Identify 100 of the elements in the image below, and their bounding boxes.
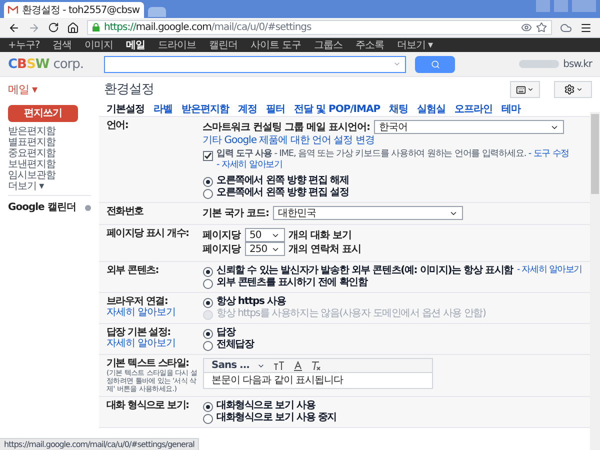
- settings-button[interactable]: [554, 81, 592, 98]
- google-bar-link[interactable]: 메일: [126, 40, 146, 50]
- text-preview: 본문이 다음과 같이 표시됩니다: [210, 374, 344, 388]
- folder-link[interactable]: 별표편지함: [8, 137, 91, 148]
- radio-button[interactable]: [202, 329, 213, 339]
- checkbox[interactable]: [202, 151, 213, 161]
- folder-link[interactable]: 중요편지함: [8, 148, 91, 159]
- google-bar-link[interactable]: 검색: [52, 40, 72, 50]
- eye-icon[interactable]: [521, 22, 532, 33]
- google-bar-link[interactable]: 사이트 도구: [250, 40, 301, 50]
- settings-tab[interactable]: 계정: [238, 104, 258, 114]
- font-menu[interactable]: Sans ...: [212, 360, 250, 371]
- folder-link[interactable]: 보낸편지함: [8, 159, 91, 170]
- back-icon[interactable]: [8, 22, 20, 34]
- settings-tab[interactable]: 필터: [266, 104, 286, 114]
- dropdown[interactable]: 대한민국: [273, 206, 463, 220]
- setting-label: 기본 텍스트 스타일:: [106, 358, 190, 369]
- settings-tab[interactable]: 채팅: [389, 104, 408, 114]
- blurred-avatar: [519, 60, 560, 68]
- settings-tab[interactable]: 라벨: [154, 104, 173, 114]
- settings-tab[interactable]: 전달 및 POP/IMAP: [294, 104, 380, 114]
- folder-link[interactable]: 임시보관함: [8, 170, 91, 181]
- settings-icon: [564, 84, 574, 95]
- field-label: 페이지당: [202, 230, 241, 240]
- setting-label: 브라우저 연결:: [106, 296, 169, 307]
- folder-link[interactable]: 더보기 ▾: [8, 181, 91, 192]
- account-name[interactable]: bsw.kr: [563, 58, 592, 70]
- setting-label: 언어:: [106, 120, 130, 131]
- radio-button[interactable]: [202, 341, 213, 351]
- google-bar-link[interactable]: 더보기 ▾: [396, 40, 433, 50]
- keyboard-icon: [516, 84, 526, 94]
- setting-label: 외부 콘텐츠:: [106, 265, 160, 276]
- radio-button[interactable]: [202, 189, 213, 199]
- lock-icon: [92, 23, 100, 32]
- radio-button[interactable]: [202, 298, 213, 308]
- settings-tab[interactable]: 받은편지함: [182, 104, 230, 114]
- reload-icon[interactable]: [48, 22, 59, 33]
- star-icon[interactable]: [536, 22, 547, 33]
- radio-label: 항상 https를 사용하지는 않음(사용자 도메인에서 옵션 사용 안함): [216, 308, 486, 319]
- settings-tab[interactable]: 오프라인: [454, 104, 493, 114]
- input-tools-text: 입력 도구 사용 - IME, 음역 또는 가상 키보드를 사용하여 원하는 언어를 입력하세요. - 도구 수정 - 자세히 알아보기: [216, 149, 570, 171]
- dropdown[interactable]: 250: [244, 242, 285, 256]
- field-label: 개의 연락처 표시: [288, 244, 361, 254]
- search-icon: [430, 60, 440, 68]
- menu-icon[interactable]: [580, 22, 592, 34]
- home-icon[interactable]: [67, 22, 79, 34]
- search-field[interactable]: [104, 56, 406, 72]
- logo: CBSW corp.: [8, 58, 85, 70]
- radio-label: 전체답장: [216, 339, 254, 350]
- compose-button[interactable]: 편지쓰기: [8, 105, 78, 122]
- radio-button[interactable]: [202, 177, 213, 187]
- cloud-icon[interactable]: [560, 22, 572, 34]
- setting-label: 페이지당 표시 개수:: [106, 228, 190, 239]
- mail-icon: [8, 6, 18, 14]
- browser-tab[interactable]: 환경설정 - toh2557@cbsw: [4, 2, 144, 18]
- learn-more-link[interactable]: 자세히 알아보기: [106, 338, 199, 349]
- radio-label: 대화형식으로 보기 사용: [216, 400, 316, 411]
- calendar-gadget[interactable]: Google 캘린더: [8, 202, 76, 213]
- radio-button[interactable]: [202, 402, 213, 412]
- field-label: 개의 대화 보기: [288, 230, 352, 240]
- dropdown[interactable]: 한국어: [374, 120, 564, 134]
- status-bar: https://mail.google.com/mail/ca/u/0/#settings/general: [0, 438, 200, 450]
- learn-more-link[interactable]: 자세히 알아보기: [106, 307, 199, 318]
- caret-icon: [576, 86, 582, 93]
- google-bar-link[interactable]: +누구?: [8, 40, 40, 50]
- radio-button[interactable]: [202, 279, 213, 289]
- field-label: 페이지당: [202, 244, 241, 254]
- settings-tab[interactable]: 실험실: [417, 104, 446, 114]
- setting-label: 답장 기본 설정:: [106, 327, 172, 338]
- radio-label: 대화형식으로 보기 사용 중지: [216, 412, 336, 423]
- google-bar-link[interactable]: 드라이브: [158, 40, 196, 50]
- folder-link[interactable]: 받은편지함: [8, 126, 91, 137]
- setting-label: 전화번호: [106, 206, 144, 217]
- page-title: 환경설정: [104, 84, 154, 95]
- caret-icon: [393, 60, 401, 68]
- google-bar-link[interactable]: 주소록: [355, 40, 384, 50]
- edit-tools-link[interactable]: - 도구 수정: [528, 149, 570, 159]
- input-tools-button[interactable]: [510, 81, 540, 98]
- radio-label: 신뢰할 수 있는 발신자가 발송한 외부 콘텐츠(예: 이미지)는 항상 표시함: [216, 265, 514, 276]
- clear-formatting-icon[interactable]: [311, 360, 322, 370]
- text-color-icon[interactable]: [293, 360, 304, 370]
- search-button[interactable]: [415, 56, 455, 72]
- dropdown[interactable]: 50: [244, 228, 285, 242]
- radio-button[interactable]: [202, 414, 213, 424]
- google-bar-link[interactable]: 그룹스: [314, 40, 342, 50]
- radio-button[interactable]: [202, 267, 213, 277]
- address-bar[interactable]: https://mail.google.com/mail/ca/u/0/#settings: [87, 20, 552, 35]
- mail-menu[interactable]: 메일 ▾: [8, 84, 104, 95]
- settings-tab[interactable]: 기본설정: [106, 104, 145, 114]
- settings-tab[interactable]: 테마: [502, 104, 521, 114]
- expand-icon[interactable]: [84, 204, 91, 210]
- field-label: 기본 국가 코드:: [202, 208, 269, 218]
- text-size-icon[interactable]: [273, 361, 286, 370]
- caret-icon: [527, 86, 534, 93]
- google-bar-link[interactable]: 캘린더: [209, 40, 238, 50]
- google-bar-link[interactable]: 이미지: [84, 40, 114, 50]
- learn-more-link[interactable]: - 자세히 알아보기: [216, 160, 283, 170]
- learn-more-link[interactable]: - 자세히 알아보기: [517, 265, 582, 276]
- setting-label: 대화 형식으로 보기:: [106, 400, 190, 411]
- language-settings-link[interactable]: 기타 Google 제품에 대한 언어 설정 변경: [202, 135, 582, 146]
